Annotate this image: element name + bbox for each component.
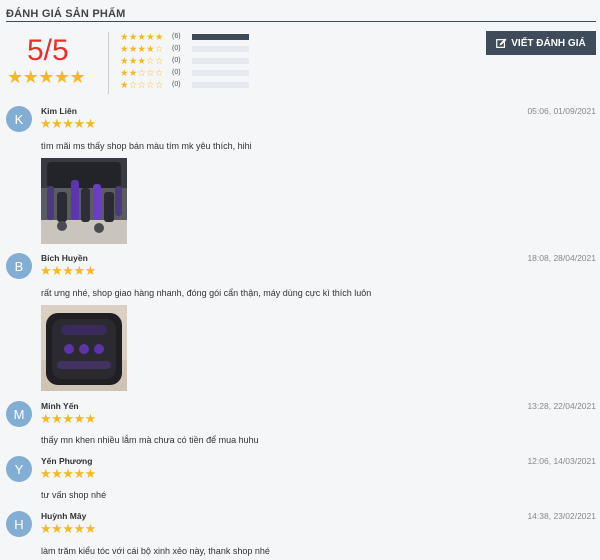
rating-summary: 5/5 ★★★★★ ★★★★★ (6) ★★★★☆ (0) ★★★☆☆ (0) … xyxy=(0,28,600,94)
breakdown-count: (0) xyxy=(172,57,181,64)
average-stars: ★★★★★ xyxy=(7,67,86,87)
review-text: làm trăm kiểu tóc với cái bộ xinh xẻo nà… xyxy=(41,546,270,556)
average-score: 5/5 xyxy=(27,34,69,67)
reviewer-name: Yến Phương xyxy=(41,456,93,466)
breakdown-bar xyxy=(192,46,249,52)
reviewer-name: Kim Liên xyxy=(41,106,77,116)
breakdown-stars: ★☆☆☆☆ xyxy=(120,80,164,91)
avatar: K xyxy=(6,106,32,132)
review-stars: ★★★★★ xyxy=(40,411,96,426)
breakdown-row-3[interactable]: ★★★☆☆ (0) xyxy=(120,56,260,68)
breakdown-bar-fill xyxy=(192,34,249,40)
review-photo[interactable] xyxy=(41,305,127,391)
breakdown-bar xyxy=(192,82,249,88)
review-stars: ★★★★★ xyxy=(40,466,96,481)
review-text: rất ưng nhé, shop giao hàng nhanh, đóng … xyxy=(41,288,372,298)
breakdown-count: (0) xyxy=(172,81,181,88)
reviewer-name: Bích Huyền xyxy=(41,253,88,263)
avatar: Y xyxy=(6,456,32,482)
section-title: ĐÁNH GIÁ SẢN PHẨM xyxy=(6,8,126,20)
summary-divider xyxy=(108,32,109,94)
breakdown-count: (0) xyxy=(172,45,181,52)
review-date: 13:28, 22/04/2021 xyxy=(527,401,596,411)
breakdown-count: (6) xyxy=(172,33,181,40)
reviewer-name: Minh Yến xyxy=(41,401,79,411)
avatar: H xyxy=(6,511,32,537)
review-stars: ★★★★★ xyxy=(40,521,96,536)
breakdown-count: (0) xyxy=(172,69,181,76)
review-photo-image xyxy=(41,158,127,244)
breakdown-row-4[interactable]: ★★★★☆ (0) xyxy=(120,44,260,56)
breakdown-stars: ★★☆☆☆ xyxy=(120,68,164,79)
edit-icon xyxy=(496,38,507,48)
write-review-label: VIẾT ĐÁNH GIÁ xyxy=(511,37,586,49)
breakdown-row-2[interactable]: ★★☆☆☆ (0) xyxy=(120,68,260,80)
breakdown-bar xyxy=(192,34,249,40)
breakdown-row-5[interactable]: ★★★★★ (6) xyxy=(120,32,260,44)
breakdown-stars: ★★★★☆ xyxy=(120,44,164,55)
section-header: ĐÁNH GIÁ SẢN PHẨM xyxy=(6,4,596,22)
review-photo-image xyxy=(41,305,127,391)
reviewer-name: Huỳnh Mây xyxy=(41,511,87,521)
review-date: 12:06, 14/03/2021 xyxy=(527,456,596,466)
avatar: M xyxy=(6,401,32,427)
review-date: 18:08, 28/04/2021 xyxy=(527,253,596,263)
review-stars: ★★★★★ xyxy=(40,116,96,131)
review-date: 05:06, 01/09/2021 xyxy=(527,106,596,116)
avatar: B xyxy=(6,253,32,279)
write-review-button[interactable]: VIẾT ĐÁNH GIÁ xyxy=(486,31,596,55)
review-text: thấy mn khen nhiều lắm mà chưa có tiền đ… xyxy=(41,435,259,445)
review-stars: ★★★★★ xyxy=(40,263,96,278)
rating-breakdown: ★★★★★ (6) ★★★★☆ (0) ★★★☆☆ (0) ★★☆☆☆ (0) … xyxy=(120,32,260,92)
breakdown-row-1[interactable]: ★☆☆☆☆ (0) xyxy=(120,80,260,92)
breakdown-stars: ★★★★★ xyxy=(120,32,164,43)
review-text: tìm mãi ms thấy shop bán màu tím mk yêu … xyxy=(41,141,252,151)
breakdown-bar xyxy=(192,58,249,64)
review-date: 14:38, 23/02/2021 xyxy=(527,511,596,521)
breakdown-stars: ★★★☆☆ xyxy=(120,56,164,67)
review-text: tư vấn shop nhé xyxy=(41,490,107,500)
breakdown-bar xyxy=(192,70,249,76)
review-photo[interactable] xyxy=(41,158,127,244)
